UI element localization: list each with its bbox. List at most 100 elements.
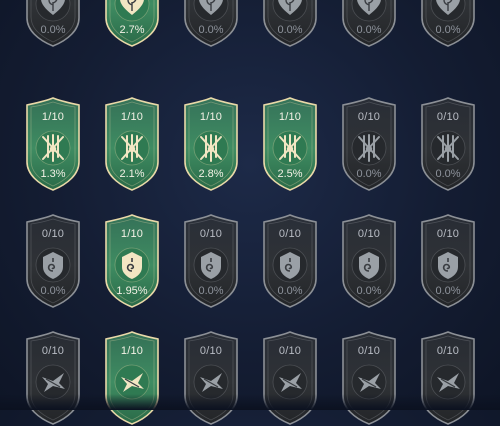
skill-node[interactable]: 2.7%	[103, 0, 161, 48]
winged-blade-icon	[42, 373, 65, 392]
node-icon	[354, 367, 384, 397]
crossed-swords-icon	[121, 134, 143, 162]
skill-node[interactable]: 0/10 0.0%	[24, 213, 82, 309]
bonus-percent: 0.0%	[435, 285, 461, 297]
crossed-swords-icon	[358, 134, 380, 162]
skill-node[interactable]: 0.0%	[182, 0, 240, 48]
skill-node[interactable]: 0/10 0.0%	[340, 96, 398, 192]
bonus-percent: 2.7%	[119, 24, 145, 36]
node-icon	[38, 367, 68, 397]
bonus-percent: 1.3%	[40, 168, 66, 180]
skill-node[interactable]: 0/10	[182, 330, 240, 426]
node-icon	[117, 367, 147, 397]
node-icon	[275, 367, 305, 397]
node-icon	[196, 367, 226, 397]
skill-node[interactable]: 0/10 0.0%	[24, 0, 82, 48]
node-icon	[433, 367, 463, 397]
skill-node[interactable]: 0.0%	[261, 0, 319, 48]
node-icon	[117, 0, 147, 19]
spiral-shield-icon	[201, 252, 221, 279]
node-icon	[275, 133, 305, 163]
bonus-percent: 0.0%	[40, 285, 66, 297]
node-icon	[354, 250, 384, 280]
bonus-percent: 0.0%	[277, 24, 303, 36]
skill-node[interactable]: 0/10 0.0%	[340, 213, 398, 309]
heart-sprout-icon	[41, 0, 65, 15]
winged-blade-icon	[200, 373, 223, 392]
node-icon	[354, 133, 384, 163]
heart-sprout-icon	[278, 0, 302, 15]
skill-node[interactable]: 0/10 0.0%	[419, 213, 477, 309]
level-label: 0/10	[357, 228, 381, 240]
spiral-shield-icon	[359, 252, 379, 279]
node-icon	[196, 250, 226, 280]
skill-node[interactable]: 0/10 0.0%	[419, 0, 477, 48]
level-label: 1/10	[120, 345, 144, 357]
skill-node[interactable]: 0/10	[261, 330, 319, 426]
skill-node[interactable]: 0/10	[340, 330, 398, 426]
crossed-swords-icon	[437, 134, 459, 162]
node-icon	[354, 0, 384, 19]
winged-blade-icon	[279, 373, 302, 392]
skill-node[interactable]: 0/10 0.0%	[261, 213, 319, 309]
bonus-percent: 0.0%	[277, 285, 303, 297]
level-label: 0/10	[41, 345, 65, 357]
winged-blade-icon	[358, 373, 381, 392]
skill-node[interactable]: 1/10 1.3%	[24, 96, 82, 192]
bonus-percent: 1.95%	[116, 285, 148, 297]
node-icon	[38, 250, 68, 280]
bonus-percent: 2.5%	[277, 168, 303, 180]
node-icon	[38, 133, 68, 163]
node-icon	[433, 250, 463, 280]
node-icon	[433, 0, 463, 19]
winged-blade-icon	[121, 373, 144, 392]
skill-node[interactable]: 1/10 2.5%	[261, 96, 319, 192]
skill-grid: 0/10 0.0% 2.7%	[0, 0, 500, 425]
skill-node[interactable]: 0/10 0.0%	[182, 213, 240, 309]
bonus-percent: 0.0%	[356, 24, 382, 36]
bonus-percent: 0.0%	[198, 24, 224, 36]
heart-sprout-icon	[436, 0, 460, 15]
node-icon	[38, 0, 68, 19]
skill-node[interactable]: 0/10	[419, 330, 477, 426]
bonus-percent: 0.0%	[40, 24, 66, 36]
bonus-percent: 0.0%	[356, 168, 382, 180]
level-label: 0/10	[436, 111, 460, 123]
skill-node[interactable]: 1/10	[103, 330, 161, 426]
heart-sprout-icon	[120, 0, 144, 15]
skill-node[interactable]: 1/10 2.8%	[182, 96, 240, 192]
bonus-percent: 2.8%	[198, 168, 224, 180]
skill-node[interactable]: 0/10	[24, 330, 82, 426]
crossed-swords-icon	[279, 134, 301, 162]
crossed-swords-icon	[42, 134, 64, 162]
level-label: 0/10	[278, 228, 302, 240]
skill-node[interactable]: 0.0%	[340, 0, 398, 48]
spiral-shield-icon	[122, 252, 142, 279]
level-label: 0/10	[199, 228, 223, 240]
spiral-shield-icon	[438, 252, 458, 279]
level-label: 0/10	[199, 345, 223, 357]
node-icon	[196, 133, 226, 163]
node-icon	[117, 250, 147, 280]
heart-sprout-icon	[199, 0, 223, 15]
node-icon	[433, 133, 463, 163]
level-label: 0/10	[357, 111, 381, 123]
node-icon	[275, 250, 305, 280]
level-label: 0/10	[278, 345, 302, 357]
level-label: 1/10	[278, 111, 302, 123]
bonus-percent: 0.0%	[435, 168, 461, 180]
level-label: 0/10	[436, 228, 460, 240]
level-label: 0/10	[436, 345, 460, 357]
level-label: 1/10	[41, 111, 65, 123]
bonus-percent: 0.0%	[198, 285, 224, 297]
skill-node[interactable]: 0/10 0.0%	[419, 96, 477, 192]
skill-node[interactable]: 1/10 1.95%	[103, 213, 161, 309]
skill-node[interactable]: 1/10 2.1%	[103, 96, 161, 192]
spiral-shield-icon	[280, 252, 300, 279]
bonus-percent: 2.1%	[119, 168, 145, 180]
node-icon	[275, 0, 305, 19]
level-label: 1/10	[199, 111, 223, 123]
level-label: 1/10	[120, 111, 144, 123]
crossed-swords-icon	[200, 134, 222, 162]
node-icon	[196, 0, 226, 19]
